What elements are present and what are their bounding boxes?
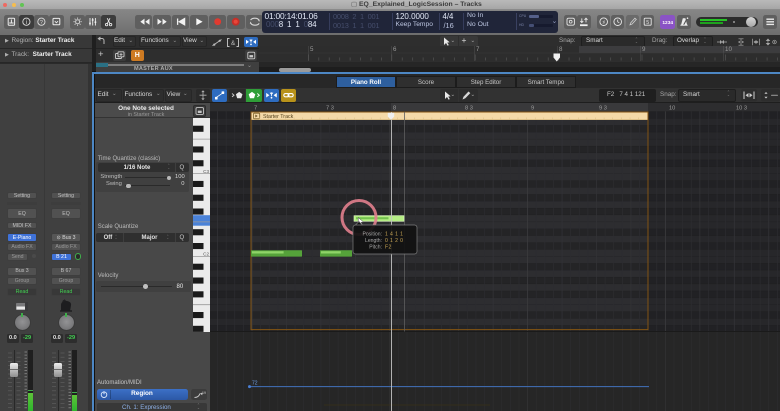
svg-text:10: 10 [669,105,675,111]
svg-text:i: i [26,20,27,26]
svg-text:C2: C2 [203,252,209,257]
svg-text:10 3: 10 3 [736,105,747,111]
svg-text:Length:: Length: [365,238,382,244]
svg-text:Starter Track: Starter Track [263,114,294,120]
svg-text:&: & [231,40,236,47]
svg-text:Position:: Position: [362,232,382,238]
svg-text:8: 8 [393,105,396,111]
svg-text:7: 7 [254,105,257,111]
svg-text:1 4 1 1: 1 4 1 1 [385,232,403,238]
svg-text:?: ? [40,20,43,26]
svg-text:0 1 2 0: 0 1 2 0 [385,238,403,244]
svg-text:C3: C3 [203,169,209,174]
svg-text:1234: 1234 [662,20,673,26]
svg-text:8 3: 8 3 [465,105,473,111]
svg-text:5: 5 [646,20,649,26]
svg-text:♯: ♯ [603,20,606,25]
svg-text:19: 19 [202,391,206,395]
svg-text:7 3: 7 3 [326,105,334,111]
svg-text:F2: F2 [385,245,392,251]
svg-text:9 3: 9 3 [599,105,607,111]
svg-text:72: 72 [252,381,258,387]
svg-text:9: 9 [531,105,534,111]
svg-text:Pitch:: Pitch: [369,245,382,251]
